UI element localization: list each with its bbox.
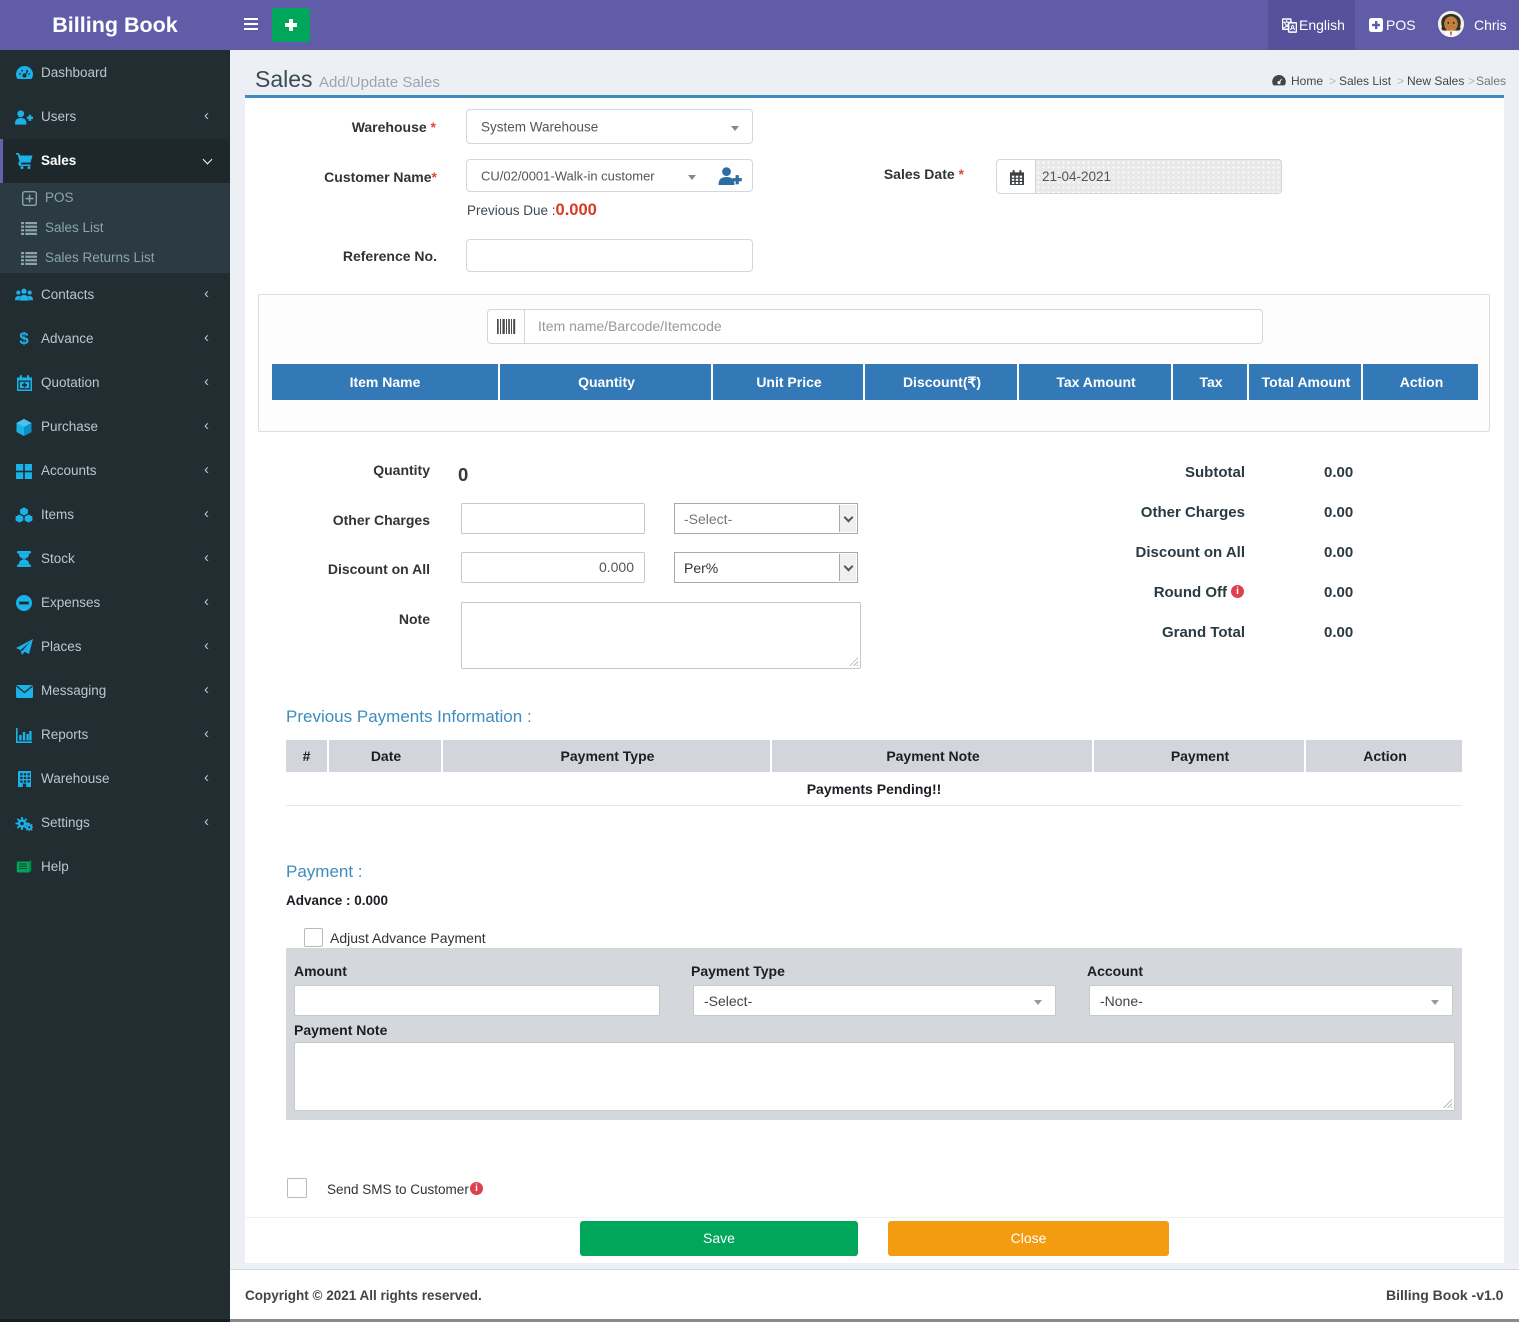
svg-text:A: A xyxy=(1290,23,1296,32)
